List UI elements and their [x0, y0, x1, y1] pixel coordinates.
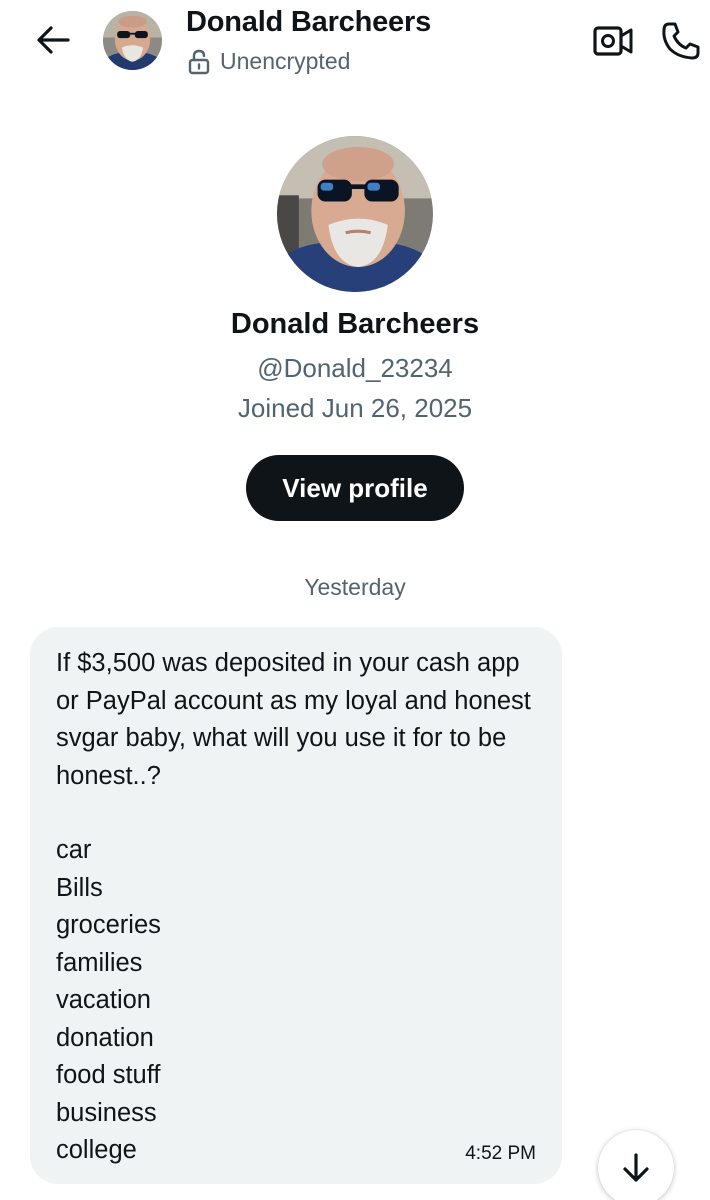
- profile-handle: @Donald_23234: [257, 353, 453, 383]
- date-separator: Yesterday: [304, 574, 406, 600]
- message-option: college: [56, 1136, 137, 1164]
- message-option: donation: [56, 1023, 154, 1052]
- message-timestamp: 4:52 PM: [465, 1143, 536, 1164]
- arrow-down-icon: [623, 1153, 649, 1182]
- message-option: business: [56, 1098, 157, 1127]
- avatar-photo: [103, 11, 162, 70]
- message-option: food stuff: [56, 1061, 161, 1089]
- profile-avatar[interactable]: [277, 136, 433, 292]
- dm-conversation-screen: Donald Barcheers Unencrypted Donald Barc…: [0, 0, 710, 1200]
- voice-call-button[interactable]: [660, 20, 702, 62]
- contact-name[interactable]: Donald Barcheers: [186, 6, 431, 39]
- video-camera-icon: [593, 26, 633, 56]
- video-call-button[interactable]: [592, 22, 634, 60]
- back-button[interactable]: [30, 20, 76, 60]
- view-profile-button[interactable]: View profile: [246, 455, 464, 521]
- unlocked-padlock-icon: [188, 49, 210, 74]
- arrow-left-icon: [37, 26, 70, 54]
- message-option: families: [56, 948, 143, 977]
- message-option: vacation: [56, 986, 151, 1014]
- encryption-label: Unencrypted: [220, 48, 351, 74]
- message-text: If $3,500 was deposited in your cash app…: [56, 649, 531, 790]
- profile-name: Donald Barcheers: [230, 308, 480, 340]
- message-option: groceries: [56, 911, 161, 939]
- profile-joined-date: Joined Jun 26, 2025: [237, 393, 473, 423]
- message-option-list: car Bills groceries families vacation do…: [56, 832, 161, 1170]
- profile-photo: [277, 136, 433, 292]
- received-message-bubble[interactable]: If $3,500 was deposited in your cash app…: [30, 627, 562, 1184]
- phone-icon: [662, 22, 700, 60]
- message-option: car: [56, 836, 92, 864]
- message-option: Bills: [56, 873, 103, 902]
- header-avatar[interactable]: [103, 11, 162, 70]
- encryption-status: Unencrypted: [188, 48, 350, 75]
- scroll-to-bottom-button[interactable]: [598, 1130, 674, 1200]
- conversation-header: Donald Barcheers Unencrypted: [0, 0, 710, 90]
